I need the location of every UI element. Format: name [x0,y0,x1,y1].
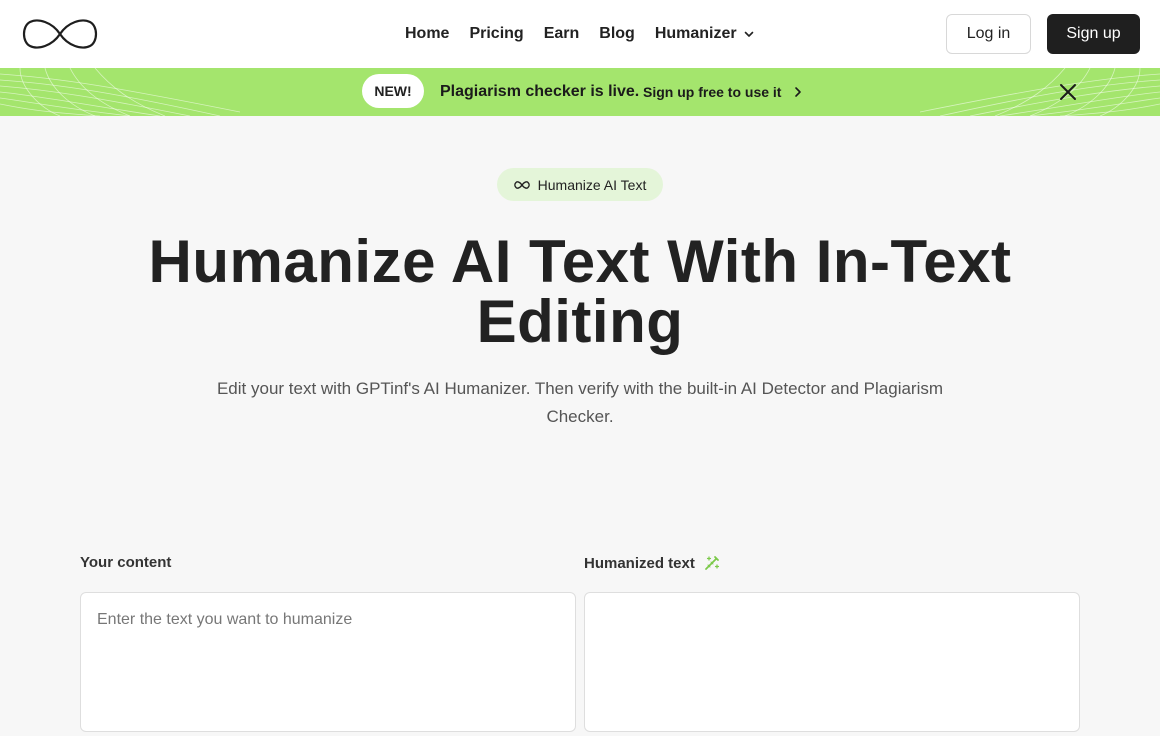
output-label-row: Humanized text [584,554,721,572]
hero-subtitle: Edit your text with GPTinf's AI Humanize… [216,379,944,426]
signup-button[interactable]: Sign up [1047,14,1140,54]
nav-blog-label: Blog [599,25,635,42]
nav-pricing[interactable]: Pricing [469,25,523,43]
humanize-input-textarea[interactable] [81,593,575,731]
input-label: Your content [80,554,172,571]
nav-earn[interactable]: Earn [544,25,580,43]
nav-home[interactable]: Home [405,25,449,43]
hero-tag-label: Humanize AI Text [537,176,647,193]
nav-blog[interactable]: Blog [599,25,635,43]
login-button[interactable]: Log in [946,14,1031,54]
input-editor [80,592,576,732]
hero-tag-pill: Humanize AI Text [497,168,663,201]
infinity-icon [513,180,530,189]
nav-humanizer-dropdown[interactable]: Humanizer [655,25,755,43]
close-icon[interactable] [1058,82,1078,102]
nav-earn-label: Earn [543,25,580,42]
main-nav: Home Pricing Earn Blog Humanizer [405,0,755,68]
decorative-wave-left [0,68,240,116]
output-label: Humanized text [584,554,695,572]
page-title: Humanize AI Text With In-Text Editing [100,232,1060,352]
magic-wand-icon [704,556,719,570]
infinity-logo-icon[interactable] [20,16,100,52]
nav-humanizer-label: Humanizer [654,25,737,42]
banner-message: Plagiarism checker is live. [440,83,640,100]
banner-signup-link[interactable]: Sign up free to use it [643,68,805,116]
humanized-output-textarea[interactable] [585,593,1079,731]
new-badge: NEW! [362,74,424,108]
announcement-banner: NEW! Plagiarism checker is live. Sign up… [0,68,1160,116]
decorative-wave-right [920,68,1160,116]
chevron-down-icon [744,31,753,37]
top-header: Home Pricing Earn Blog Humanizer Log in … [0,0,1160,68]
banner-link-label: Sign up free to use it [643,84,782,100]
nav-pricing-label: Pricing [469,25,524,42]
chevron-right-icon [795,87,802,97]
nav-home-label: Home [405,25,450,42]
title-line-2: Editing [476,288,684,355]
output-editor [584,592,1080,732]
title-line-1: Humanize AI Text With In-Text [148,228,1012,295]
